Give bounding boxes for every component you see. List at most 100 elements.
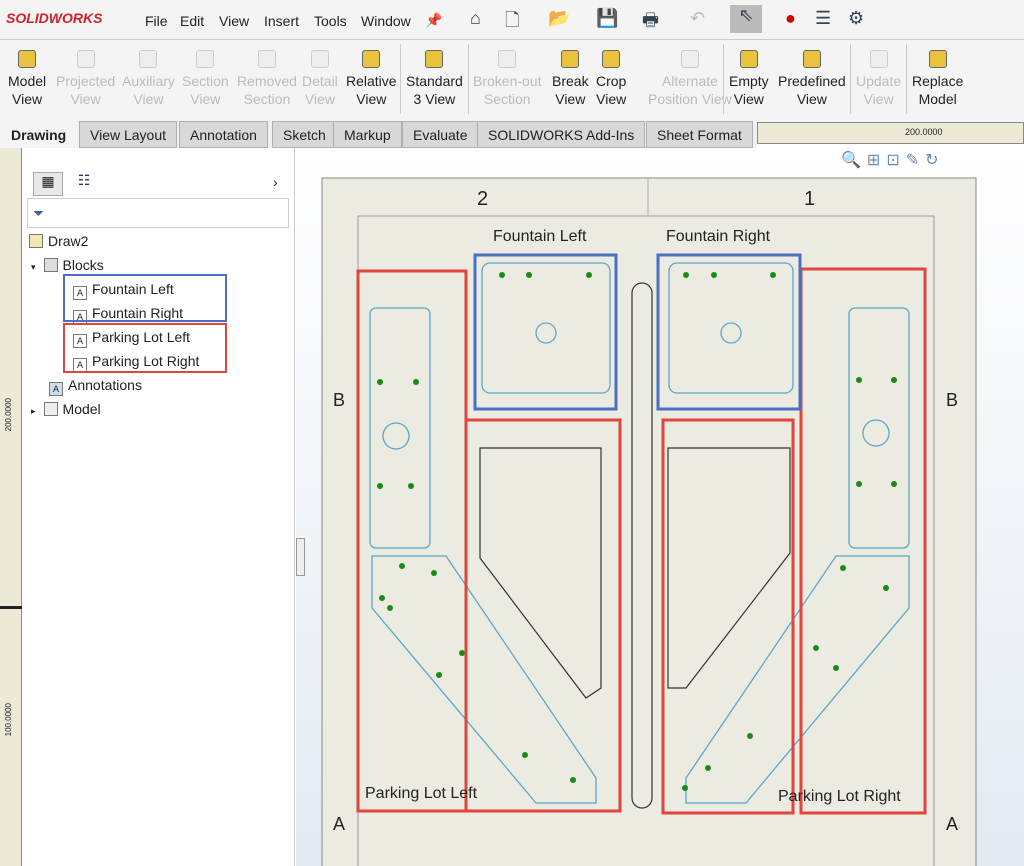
print-icon[interactable]: 🖶 [642,8,659,38]
tab-view-layout[interactable]: View Layout [79,121,178,148]
cmd-label: Alternate [661,73,718,89]
command-icon [680,50,699,68]
tab-drawing[interactable]: Drawing [0,121,78,148]
cmd-empty-button[interactable]: Empty View [729,50,769,108]
cmd-detail-button[interactable]: Detail View [302,50,338,108]
file-properties-icon[interactable]: ☰ [815,8,831,29]
tab-evaluate[interactable]: Evaluate [402,121,479,148]
parking-lot-right-label: Parking Lot Right [778,788,901,805]
cmd-label: View [304,91,335,107]
cmd-label: Projected [56,73,116,89]
tab-sheet-format[interactable]: Sheet Format [646,121,753,148]
tree-model[interactable]: ▸ Model [31,397,101,421]
cmd-model-button[interactable]: Model View [8,50,46,108]
cmd-section-button[interactable]: Section View [182,50,229,108]
menu-edit[interactable]: Edit [180,13,204,29]
tree-symbol [570,777,576,783]
red-highlight-box [63,323,227,373]
ruler-label: 200.0000 [4,398,13,432]
menu-window[interactable]: Window [361,13,411,29]
tree-symbol [522,752,528,758]
tree-symbol [856,481,862,487]
tab-sketch[interactable]: Sketch [272,121,337,148]
command-icon [425,50,444,68]
cmd-label: View [555,91,586,107]
open-icon[interactable]: 📂 [548,8,570,29]
cmd-label: 3 View [413,91,456,107]
cmd-label: Break [552,73,589,89]
tree-symbol [379,595,385,601]
command-icon [802,50,821,68]
tree-symbol [499,272,505,278]
tab-markup[interactable]: Markup [333,121,402,148]
cmd-broken-out-button[interactable]: Broken-out Section [473,50,541,108]
cmd-label: View [356,91,387,107]
tree-label: Annotations [68,377,142,393]
menu-bar: SOLIDWORKS File Edit View Insert Tools W… [0,0,1024,40]
select-icon[interactable]: ⇖ [730,5,762,33]
tree-root[interactable]: Draw2 [29,229,88,253]
cmd-break-button[interactable]: Break View [552,50,589,108]
tree-symbol [840,565,846,571]
tree-symbol [431,570,437,576]
cmd-label: View [733,91,764,107]
solidworks-logo: SOLIDWORKS [6,10,103,26]
command-icon [928,50,947,68]
panel-splitter-handle[interactable] [296,538,305,576]
tree-symbol [883,585,889,591]
cmd-relative-button[interactable]: Relative View [346,50,397,108]
cmd-predefined-button[interactable]: Predefined View [778,50,846,108]
cmd-auxiliary-button[interactable]: Auxiliary View [122,50,175,108]
tree-symbol [586,272,592,278]
tree-annotations[interactable]: A Annotations [49,373,142,397]
cmd-alternate-button[interactable]: Alternate Position View [648,50,732,108]
expand-arrow-icon[interactable]: ▸ [31,406,36,416]
feature-manager-panel: ▦ ☷ › ⏷ Draw2 ▾ Blocks A Fountain Left A Fo… [23,148,295,866]
home-icon[interactable]: ⌂ [470,8,481,29]
tree-symbol [413,379,419,385]
cmd-label: Standard [406,73,463,89]
tree-symbol [387,605,393,611]
tree-symbol [526,272,532,278]
new-document-icon[interactable]: 🗋 [505,8,519,38]
options-gear-icon[interactable]: ⚙ [848,8,864,29]
cmd-update-button[interactable]: Update View [856,50,901,108]
menu-tools[interactable]: Tools [314,13,347,29]
save-icon[interactable]: 💾 [596,8,618,29]
zone-label: 2 [477,188,489,210]
cmd-removed-button[interactable]: Removed Section [237,50,297,108]
pin-icon[interactable]: 📌 [425,12,442,29]
tab-annotation[interactable]: Annotation [179,121,268,148]
ruler-label: 200.0000 [905,127,943,137]
zone-label: B [333,390,346,410]
tree-symbol [459,650,465,656]
tree-symbol [682,785,688,791]
tree-symbol [705,765,711,771]
cmd-crop-button[interactable]: Crop View [596,50,626,108]
collapse-arrow-icon[interactable]: ▾ [31,262,36,272]
cmd-label: Broken-out [473,73,542,89]
drawing-canvas[interactable]: 🔍⊞⊡✎↻ 2 1 B B A A Fountain Left Fountain… [296,148,1024,866]
cmd-standard-button[interactable]: Standard 3 View [406,50,463,108]
command-icon [869,50,888,68]
command-icon [739,50,758,68]
tree-label: Blocks [62,257,104,273]
vertical-ruler: 200.0000 100.0000 [0,148,22,866]
tab-solidworks-add-ins[interactable]: SOLIDWORKS Add-Ins [477,121,646,148]
tree-symbol [813,645,819,651]
undo-icon[interactable]: ↶ [690,8,705,29]
menu-view[interactable]: View [219,13,249,29]
feature-tree-tab-icon[interactable]: ▦ [33,172,63,196]
cmd-projected-button[interactable]: Projected View [56,50,115,108]
tree-symbol [856,377,862,383]
expand-chevron-icon[interactable]: › [273,174,278,190]
cmd-label: Empty [729,73,769,89]
menu-insert[interactable]: Insert [264,13,299,29]
rebuild-icon[interactable]: ● [785,8,796,29]
property-manager-tab-icon[interactable]: ☷ [69,172,99,196]
cmd-label: Model [918,91,957,107]
menu-file[interactable]: File [145,13,168,29]
filter-box[interactable]: ⏷ [27,198,289,228]
cmd-replace-button[interactable]: Replace Model [912,50,963,108]
tree-symbol [683,272,689,278]
